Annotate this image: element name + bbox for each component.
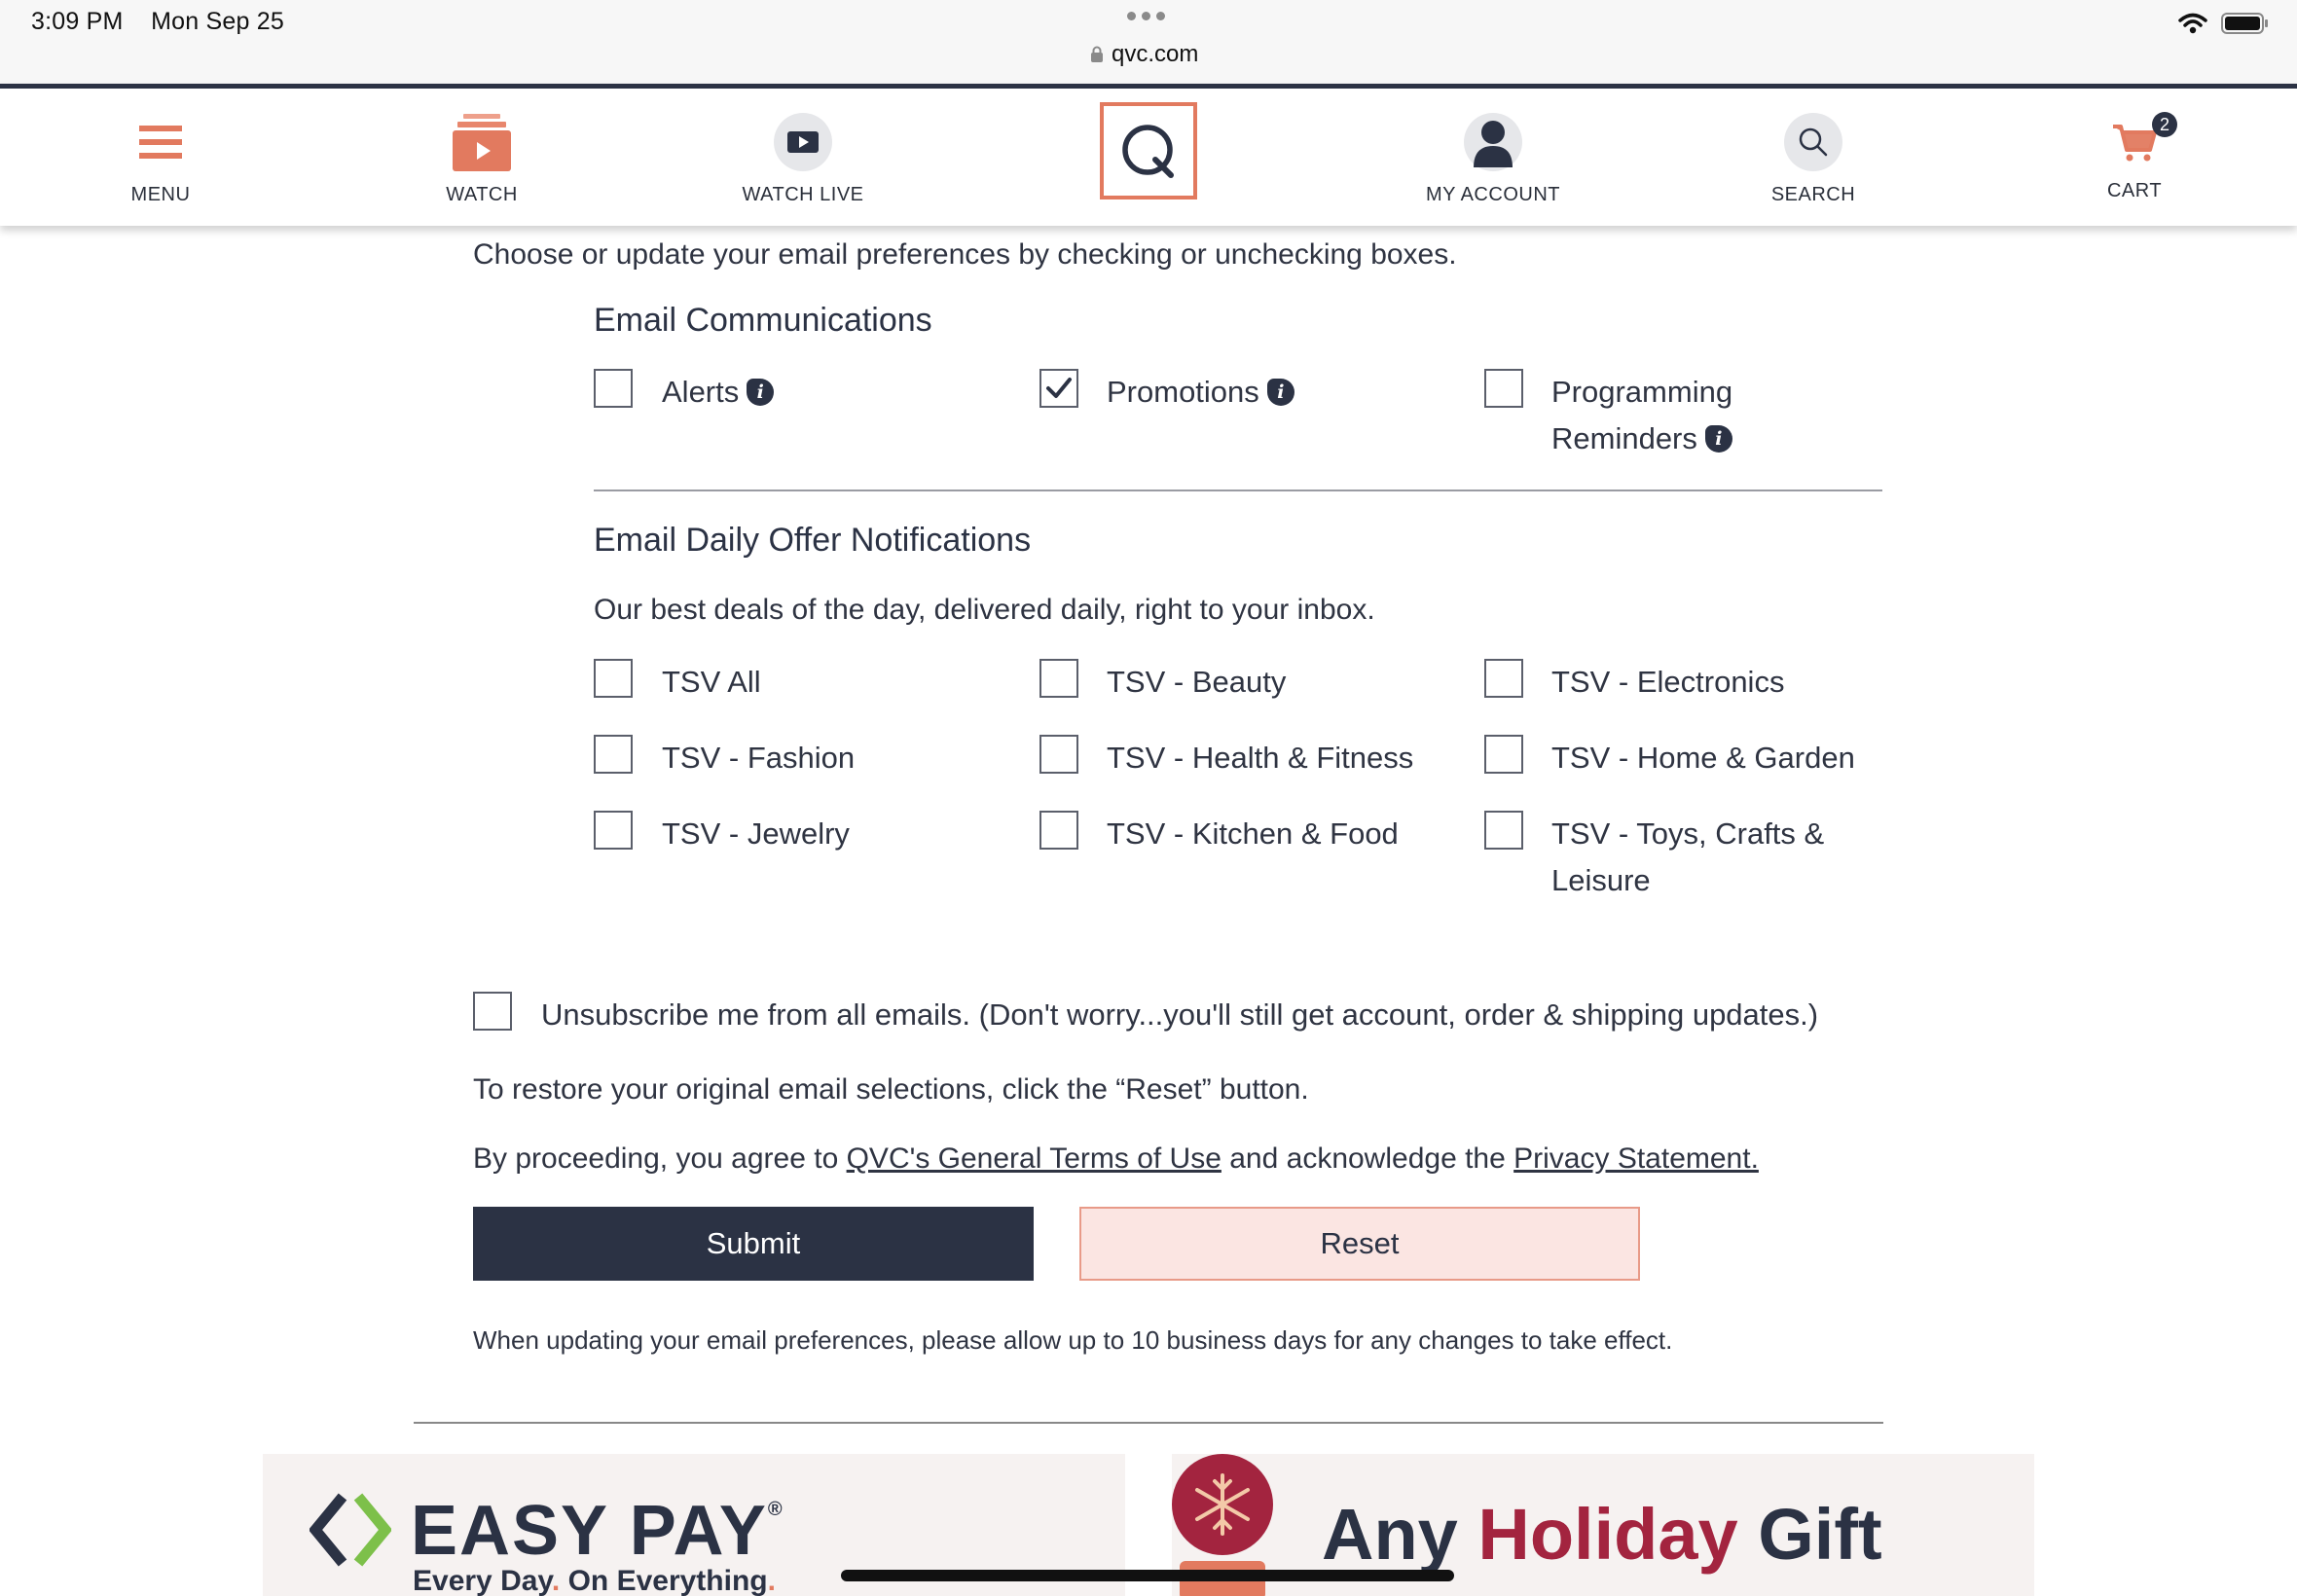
url-text: qvc.com [1112,41,1199,67]
email-communications-title: Email Communications [594,302,932,339]
nav-watch-live-label: WATCH LIVE [742,184,864,205]
nav-watch[interactable]: WATCH [384,108,579,206]
easy-pay-logo-icon [310,1493,391,1567]
easy-pay-subtitle: Every Day. On Everything. [413,1565,776,1596]
privacy-statement-link[interactable]: Privacy Statement. [1513,1143,1759,1175]
address-bar[interactable]: qvc.com [1090,41,1198,68]
footer-divider [414,1422,1883,1424]
unsubscribe-label: Unsubscribe me from all emails. (Don't w… [541,998,1819,1032]
tsv-all-checkbox[interactable] [594,659,633,698]
status-time: 3:09 PM Mon Sep 25 [31,8,284,36]
qvc-logo[interactable] [1100,102,1197,200]
tsv-health-fitness-checkbox[interactable] [1039,735,1078,774]
alerts-info-icon[interactable]: i [747,378,775,406]
q-logo-icon [1122,125,1174,178]
nav-cart[interactable]: 2 CART [2037,108,2232,202]
alerts-checkbox[interactable] [594,369,633,408]
nav-cart-label: CART [2106,180,2163,201]
processing-note: When updating your email preferences, pl… [473,1325,1673,1355]
nav-watch-label: WATCH [446,184,518,205]
cart-count-badge: 2 [2152,112,2177,137]
tsv-beauty-label: TSV - Beauty [1107,665,1287,699]
tab-dots-icon[interactable] [1127,12,1165,20]
lock-icon [1091,46,1103,62]
submit-button[interactable]: Submit [473,1207,1034,1281]
nav-my-account[interactable]: MY ACCOUNT [1396,108,1590,206]
nav-search-label: SEARCH [1770,184,1856,205]
battery-icon [2221,13,2268,34]
intro-text: Choose or update your email preferences … [473,238,1457,271]
daily-offers-title: Email Daily Offer Notifications [594,522,1032,559]
agreement-text: By proceeding, you agree to QVC's Genera… [473,1143,1759,1175]
home-indicator[interactable] [841,1570,1454,1581]
live-tv-icon [774,113,832,171]
section-divider [594,490,1882,491]
programming-reminders-checkbox[interactable] [1484,369,1523,408]
nav-menu[interactable]: MENU [63,108,258,206]
promotions-label: Promotions i [1107,369,1294,416]
easy-pay-title: EASY PAY® [411,1492,784,1570]
nav-my-account-label: MY ACCOUNT [1426,184,1560,205]
tsv-jewelry-checkbox[interactable] [594,811,633,850]
nav-search[interactable]: SEARCH [1716,108,1911,206]
daily-offers-description: Our best deals of the day, delivered dai… [594,594,1375,626]
reset-button[interactable]: Reset [1079,1207,1640,1281]
programming-reminders-label: Programming Reminders i [1551,375,1733,455]
tsv-fashion-label: TSV - Fashion [662,741,856,775]
holiday-gift-title: Any Holiday Gift [1322,1494,1882,1575]
tsv-electronics-checkbox[interactable] [1484,659,1523,698]
tsv-jewelry-label: TSV - Jewelry [662,816,850,851]
tsv-health-fitness-label: TSV - Health & Fitness [1107,741,1414,775]
checkmark-icon [1046,378,1072,398]
status-date: Mon Sep 25 [151,8,284,35]
tsv-beauty-checkbox[interactable] [1039,659,1078,698]
tsv-toys-crafts-checkbox[interactable] [1484,811,1523,850]
promotions-info-icon[interactable]: i [1266,378,1294,406]
status-clock: 3:09 PM [31,8,124,35]
unsubscribe-checkbox[interactable] [473,992,512,1031]
nav-menu-label: MENU [130,184,191,205]
terms-of-use-link[interactable]: QVC's General Terms of Use [847,1143,1221,1175]
restore-text: To restore your original email selection… [473,1073,1309,1106]
status-bar: 3:09 PM Mon Sep 25 qvc.com [0,0,2297,84]
programming-reminders-info-icon[interactable]: i [1704,424,1732,453]
tsv-electronics-label: TSV - Electronics [1551,665,1785,699]
video-stack-icon [384,108,579,176]
account-icon [1464,113,1522,171]
tsv-fashion-checkbox[interactable] [594,735,633,774]
tsv-home-garden-checkbox[interactable] [1484,735,1523,774]
promotions-checkbox[interactable] [1039,369,1078,408]
nav-watch-live[interactable]: WATCH LIVE [706,108,900,206]
tsv-toys-crafts-label: TSV - Toys, Crafts & Leisure [1551,816,1825,897]
hamburger-icon [63,108,258,176]
tsv-all-label: TSV All [662,665,761,699]
site-nav: MENU WATCH WATCH LIVE MY ACCOUNT SEARCH … [0,84,2297,226]
status-indicators [2178,12,2270,35]
tsv-kitchen-food-checkbox[interactable] [1039,811,1078,850]
wifi-icon [2178,13,2207,34]
tsv-kitchen-food-label: TSV - Kitchen & Food [1107,816,1399,851]
cart-icon: 2 [2037,108,2232,176]
alerts-label: Alerts i [662,369,775,416]
tsv-home-garden-label: TSV - Home & Garden [1551,741,1855,775]
search-icon [1784,113,1842,171]
